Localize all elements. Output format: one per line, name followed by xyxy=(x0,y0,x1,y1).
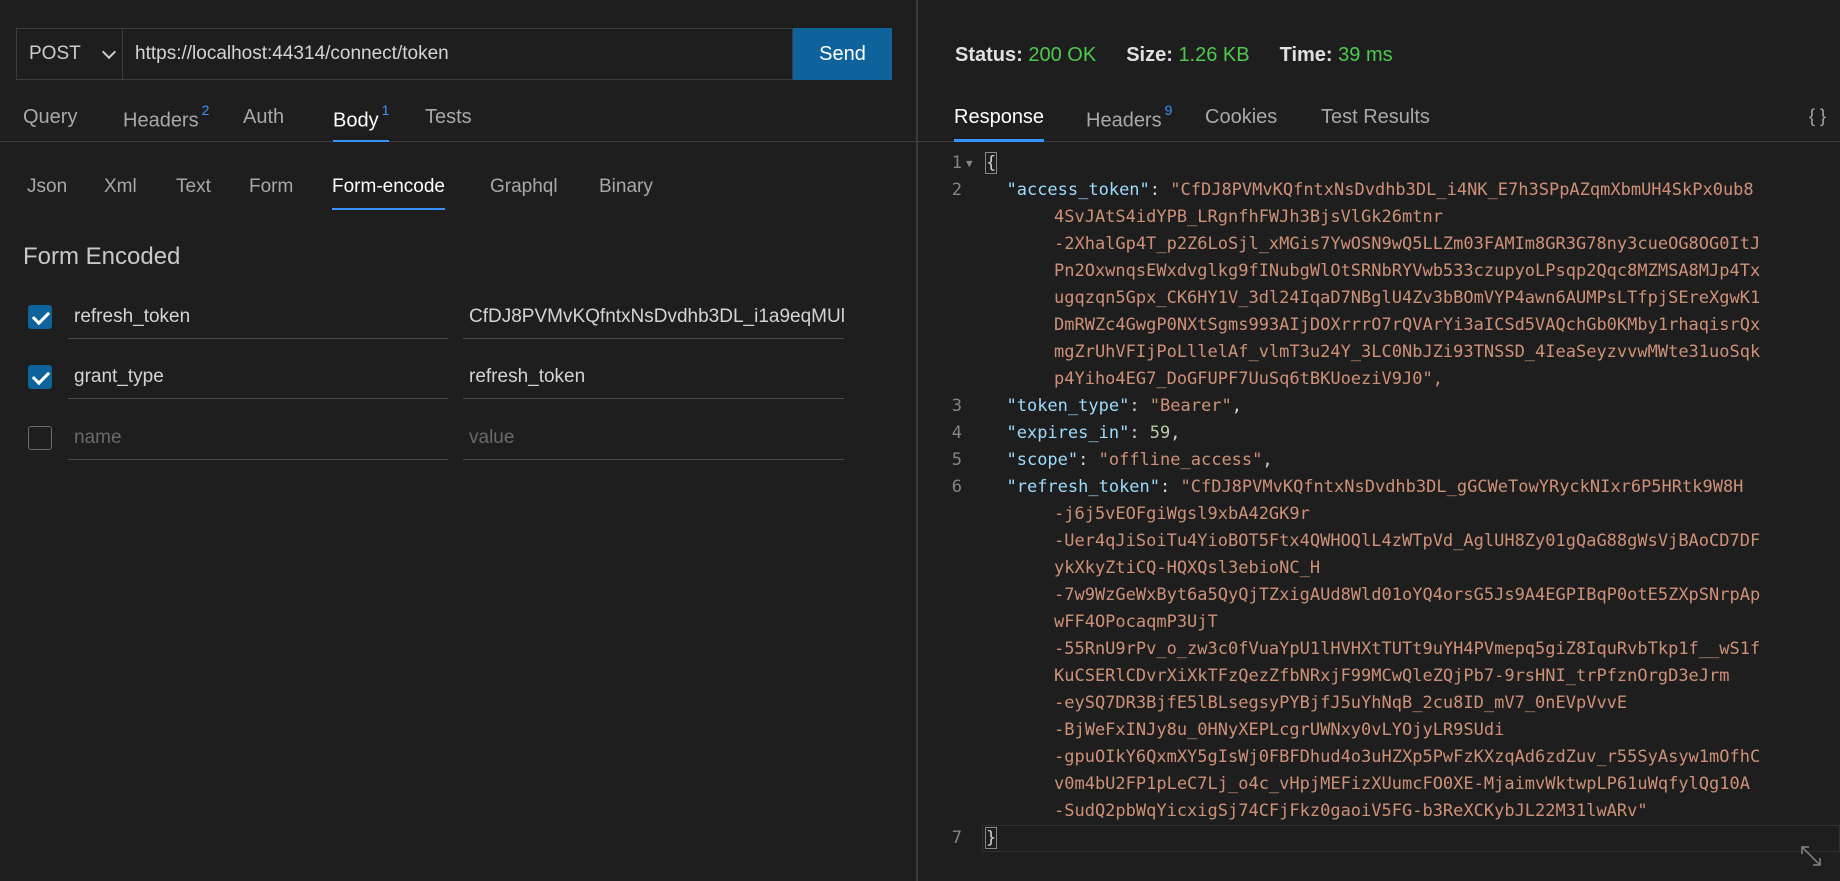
line-number: 3 xyxy=(951,396,962,416)
param-value-input[interactable]: CfDJ8PVMvKQfntxNsDvdhb3DL_i1a9eqMUl( xyxy=(463,295,844,339)
json-continuation: -BjWeFxINJy8u_0HNyXEPLcgrUWNxy0vLYOjyLR9… xyxy=(1054,720,1505,740)
json-continuation: v0m4bU2FP1pLeC7Lj_o4c_vHpjMEFizXUumcFO0X… xyxy=(1054,774,1750,794)
form-row: grant_type refresh_token xyxy=(28,355,844,399)
json-continuation: -Uer4qJiSoiTu4YioBOT5Ftx4QWHOQlL4zWTpVd_… xyxy=(1054,531,1761,551)
json-line-expires-in: "expires_in": 59, xyxy=(1006,423,1181,443)
response-status-bar: Status: 200 OK Size: 1.26 KB Time: 39 ms xyxy=(955,44,1393,67)
body-tab-form[interactable]: Form xyxy=(249,176,293,210)
line-number: 1 xyxy=(951,153,962,173)
tab-auth[interactable]: Auth xyxy=(243,106,284,142)
fold-arrow-icon[interactable]: ▼ xyxy=(966,150,973,177)
resize-handle-icon[interactable] xyxy=(1800,845,1822,867)
body-count-badge: 1 xyxy=(381,102,390,118)
body-tab-xml[interactable]: Xml xyxy=(104,176,137,210)
status-label: Status: xyxy=(955,44,1023,66)
tab-tests[interactable]: Tests xyxy=(425,106,472,142)
line-number: 7 xyxy=(951,828,962,848)
line-number: 2 xyxy=(951,180,962,200)
line-number: 6 xyxy=(951,477,962,497)
body-tab-form-encode[interactable]: Form-encode xyxy=(332,176,445,210)
size-label: Size: xyxy=(1126,44,1173,66)
json-continuation: ugqzqn5Gpx_CK6HY1V_3dl24IqaD7NBglU4Zv3bB… xyxy=(1054,288,1761,308)
json-open-brace: { xyxy=(984,152,998,174)
json-continuation: -7w9WzGeWxByt6a5QyQjTZxigAUd8Wld01oYQ4or… xyxy=(1054,585,1761,605)
json-continuation: -2XhalGp4T_p2Z6LoSjl_xMGis7YwOSN9wQ5LLZm… xyxy=(1054,234,1761,254)
json-close-brace: } xyxy=(984,827,998,849)
row-checkbox[interactable] xyxy=(28,365,52,389)
body-tab-json[interactable]: Json xyxy=(27,176,67,210)
url-input[interactable]: https://localhost:44314/connect/token xyxy=(122,28,793,80)
time-value: 39 ms xyxy=(1338,44,1393,66)
url-bar: POST https://localhost:44314/connect/tok… xyxy=(16,28,892,80)
json-continuation: KuCSERlCDvrXiXkTFzQezZfbNRxjF99MCwQleZQj… xyxy=(1054,666,1730,686)
param-name-input[interactable]: grant_type xyxy=(68,355,448,399)
body-tab-text[interactable]: Text xyxy=(176,176,211,210)
tab-response[interactable]: Response xyxy=(954,106,1045,142)
format-braces-icon[interactable]: { } xyxy=(1809,106,1826,127)
json-continuation: -55RnU9rPv_o_zw3c0fVuaYpU1lHVHXtTUTt9uYH… xyxy=(1054,639,1761,659)
form-title: Form Encoded xyxy=(23,243,181,270)
response-tabs: Response Headers 9 Cookies Test Results xyxy=(918,96,1840,142)
row-checkbox[interactable] xyxy=(28,426,52,450)
line-number: 5 xyxy=(951,450,962,470)
json-continuation: ykXkyZtiCQ-HQXQsl3ebioNC_H xyxy=(1054,558,1321,578)
row-checkbox[interactable] xyxy=(28,305,52,329)
line-number: 4 xyxy=(951,423,962,443)
body-tab-binary[interactable]: Binary xyxy=(599,176,653,210)
json-continuation: wFF4OPocaqmP3UjT xyxy=(1054,612,1218,632)
request-tabs: Query Headers 2 Auth Body 1 Tests xyxy=(0,96,917,142)
tab-cookies[interactable]: Cookies xyxy=(1205,106,1277,142)
param-value-input[interactable]: value xyxy=(463,416,844,460)
tab-test-results[interactable]: Test Results xyxy=(1321,106,1430,142)
tab-response-headers[interactable]: Headers 9 xyxy=(1086,102,1172,142)
json-continuation: -eySQ7DR3BjfE5lBLsegsyPYBjfJ5uYhNqB_2cu8… xyxy=(1054,693,1628,713)
json-line-scope: "scope": "offline_access", xyxy=(1006,450,1273,470)
send-button[interactable]: Send xyxy=(793,28,892,80)
param-value-input[interactable]: refresh_token xyxy=(463,355,844,399)
size-value: 1.26 KB xyxy=(1178,44,1250,66)
body-tab-graphql[interactable]: Graphql xyxy=(490,176,558,210)
json-line-access-token: "access_token": "CfDJ8PVMvKQfntxNsDvdhb3… xyxy=(1006,180,1754,200)
json-continuation: Pn2OxwnqsEWxdvglkg9fINubgWlOtSRNbRYVwb53… xyxy=(1054,261,1761,281)
form-row: refresh_token CfDJ8PVMvKQfntxNsDvdhb3DL_… xyxy=(28,295,844,339)
tab-headers[interactable]: Headers 2 xyxy=(123,102,209,142)
request-panel: POST https://localhost:44314/connect/tok… xyxy=(0,0,917,881)
tab-query[interactable]: Query xyxy=(23,106,77,142)
json-continuation: mgZrUhVFIjPoLllelAf_vlmT3u24Y_3LC0NbJZi9… xyxy=(1054,342,1761,362)
json-continuation: 4SvJAtS4idYPB_LRgnfhFWJh3BjsVlGk26mtnr xyxy=(1054,207,1443,227)
tab-body[interactable]: Body 1 xyxy=(333,102,390,142)
json-continuation: -gpuOIkY6QxmXY5gIsWj0FBFDhud4o3uHZXp5PwF… xyxy=(1054,747,1761,767)
param-name-input[interactable]: refresh_token xyxy=(68,295,448,339)
json-continuation: DmRWZc4GwgP0NXtSgms993AIjDOXrrrO7rQVArYi… xyxy=(1054,315,1761,335)
body-type-tabs: Json Xml Text Form Form-encode Graphql B… xyxy=(0,172,917,210)
json-continuation: p4Yiho4EG7_DoGFUPF7UuSq6tBKUoeziV9J0", xyxy=(1054,369,1443,389)
response-panel: Status: 200 OK Size: 1.26 KB Time: 39 ms… xyxy=(918,0,1840,881)
method-select[interactable]: POST xyxy=(16,28,122,80)
time-label: Time: xyxy=(1279,44,1333,66)
current-line-highlight xyxy=(982,825,1840,852)
json-line-refresh-token: "refresh_token": "CfDJ8PVMvKQfntxNsDvdhb… xyxy=(1006,477,1744,497)
form-row-empty: name value xyxy=(28,416,844,460)
status-value: 200 OK xyxy=(1028,44,1097,66)
json-continuation: -SudQ2pbWqYicxigSj74CFjFkz0gaoiV5FG-b3Re… xyxy=(1054,801,1648,821)
json-line-token-type: "token_type": "Bearer", xyxy=(1006,396,1242,416)
param-name-input[interactable]: name xyxy=(68,416,448,460)
json-continuation: -j6j5vEOFgiWgsl9xbA42GK9r xyxy=(1054,504,1310,524)
method-label: POST xyxy=(29,43,81,64)
response-headers-badge: 9 xyxy=(1164,102,1173,118)
chevron-down-icon xyxy=(101,44,117,59)
headers-count-badge: 2 xyxy=(201,102,210,118)
